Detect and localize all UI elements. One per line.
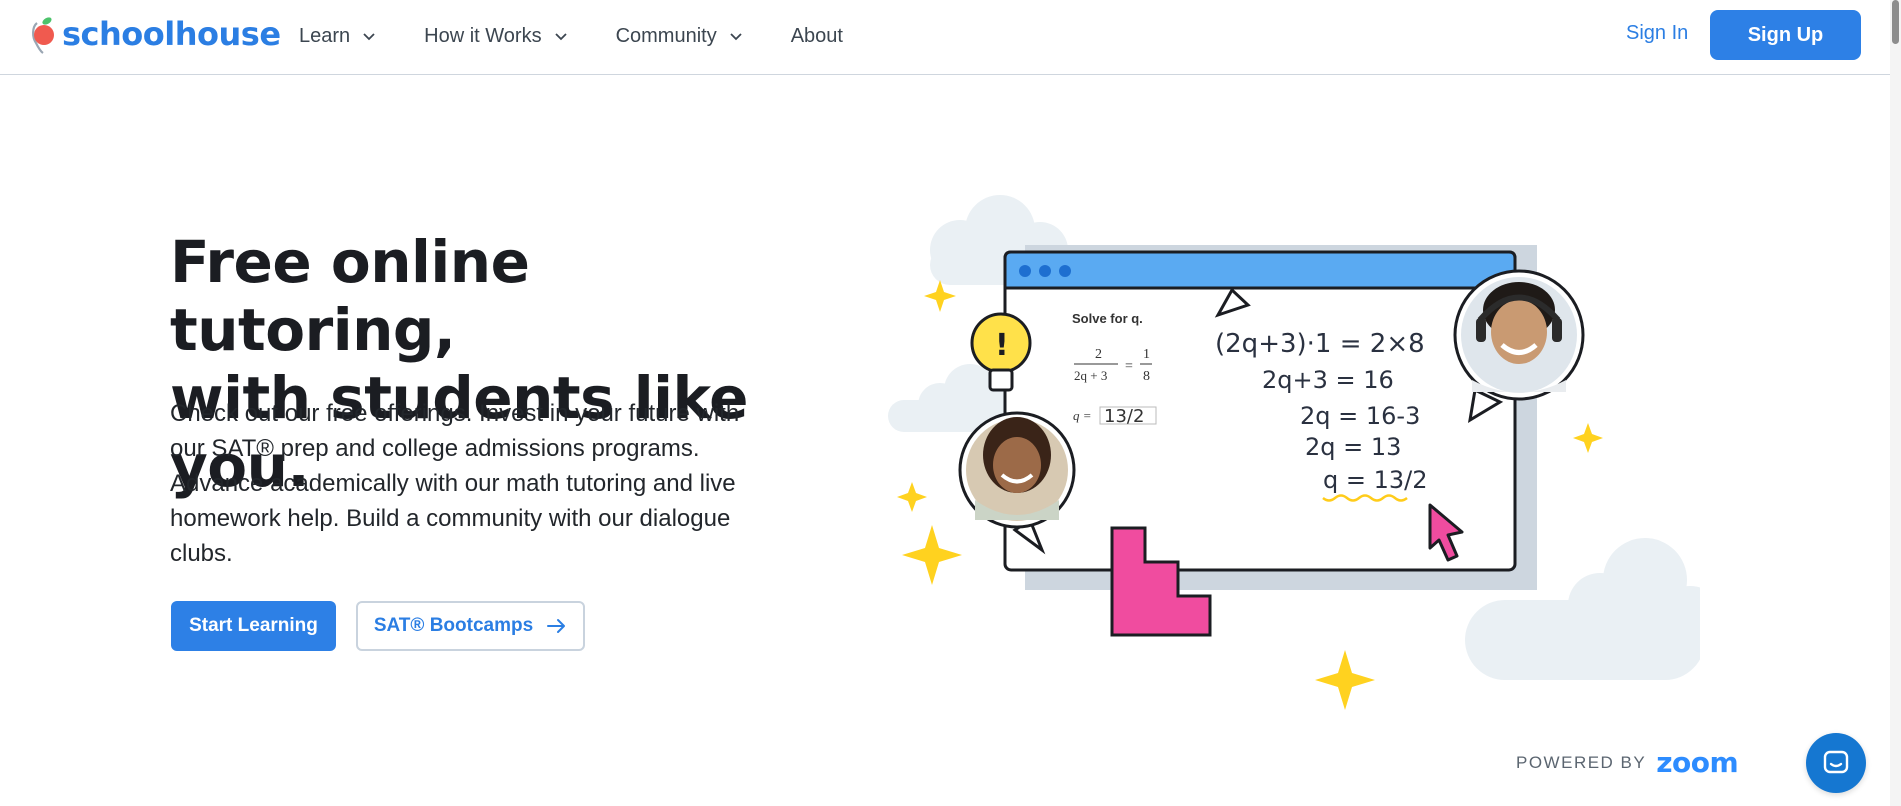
tutoring-illustration: Solve for q. 2 2q + 3 = 1 8 q = 13/2 (2q… [888,195,1724,710]
apple-logo-icon [32,17,54,54]
answer-value: 13/2 [1104,406,1144,427]
sign-up-button[interactable]: Sign Up [1710,10,1861,60]
nav-about-label: About [790,24,843,47]
sparkle-star-5 [1315,650,1375,710]
hero-description: Check out our free offerings. Invest in … [170,400,740,567]
scrollbar-thumb[interactable] [1892,0,1899,44]
tutor-avatar-boy [1453,269,1585,423]
chat-launcher-button[interactable] [1806,733,1866,793]
nav-how-it-works-label: How it Works [424,24,542,47]
nav-community[interactable]: Community [616,25,743,48]
work-line-4: 2q = 13 [1305,433,1401,461]
schoolhouse-logo[interactable]: schoolhouse [28,12,281,56]
chat-icon [1823,750,1849,774]
brand-name: schoolhouse [62,15,281,53]
work-line-3: 2q = 16-3 [1300,402,1420,430]
chevron-down-icon [363,33,375,41]
sat-bootcamps-button[interactable]: SAT® Bootcamps [356,601,585,651]
equals-sign: = [1125,359,1133,374]
problem-title: Solve for q. [1072,311,1143,326]
fraction-left-numerator: 2 [1095,347,1102,362]
window-dot-1 [1019,265,1031,277]
nav-how-it-works[interactable]: How it Works [424,25,567,48]
nav-community-label: Community [615,24,717,47]
browser-titlebar [1003,250,1517,290]
nav-learn[interactable]: Learn [299,25,376,48]
hero-headline-line1: Free online tutoring, [170,228,530,364]
work-line-2: 2q+3 = 16 [1262,366,1394,394]
main-nav: Learn How it Works Community About [299,0,891,72]
work-line-5: q = 13/2 [1323,466,1428,494]
site-header: schoolhouse Learn How it Works Community… [0,0,1890,75]
nav-learn-label: Learn [299,24,351,47]
window-dot-2 [1039,265,1051,277]
start-learning-button[interactable]: Start Learning [171,601,336,651]
sparkle-star-3 [902,525,962,585]
sat-bootcamps-label: SAT® Bootcamps [373,615,534,636]
powered-by-label: POWERED BY [1516,752,1647,772]
nav-about[interactable]: About [791,25,843,48]
sparkle-star-2 [897,482,927,512]
fraction-left-denominator: 2q + 3 [1074,368,1107,383]
powered-by-zoom: POWERED BY zoom [1516,746,1739,779]
fraction-right-numerator: 1 [1143,347,1150,362]
sparkle-star-4 [1573,423,1603,453]
answer-prefix: q = [1073,408,1092,423]
chevron-down-icon [730,33,742,41]
svg-text:!: ! [995,328,1009,363]
zoom-logo: zoom [1656,746,1739,779]
window-dot-3 [1059,265,1071,277]
page-scrollbar[interactable] [1890,0,1901,806]
hero-illustration: Solve for q. 2 2q + 3 = 1 8 q = 13/2 (2q… [880,180,1724,720]
fraction-right-denominator: 8 [1143,369,1150,384]
arrow-right-icon [547,619,566,633]
work-line-1: (2q+3)·1 = 2×8 [1215,329,1425,359]
chevron-down-icon [554,33,567,41]
sign-in-link[interactable]: Sign In [1626,22,1688,45]
